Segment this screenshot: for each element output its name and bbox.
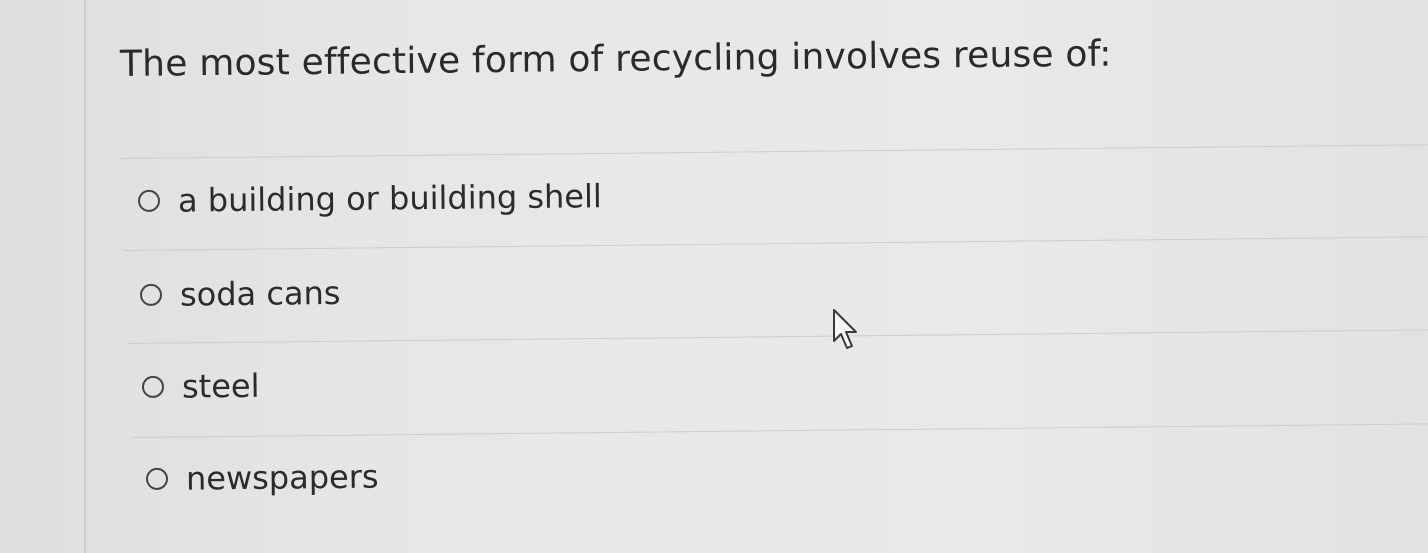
answer-label: soda cans bbox=[179, 273, 341, 314]
divider bbox=[127, 329, 1428, 344]
radio-button[interactable] bbox=[137, 189, 161, 212]
divider bbox=[123, 236, 1428, 251]
radio-button[interactable] bbox=[145, 467, 169, 490]
question-text: The most effective form of recycling inv… bbox=[119, 33, 1112, 85]
question-panel: The most effective form of recycling inv… bbox=[86, 0, 1428, 553]
mouse-pointer-icon bbox=[833, 309, 857, 349]
radio-button[interactable] bbox=[141, 375, 165, 398]
answer-label: steel bbox=[181, 366, 260, 406]
quiz-screen: The most effective form of recycling inv… bbox=[0, 0, 1428, 553]
answer-option-building[interactable]: a building or building shell bbox=[137, 177, 602, 220]
divider bbox=[131, 423, 1428, 438]
answer-option-soda-cans[interactable]: soda cans bbox=[139, 273, 341, 314]
answer-option-newspapers[interactable]: newspapers bbox=[145, 457, 379, 498]
answer-label: a building or building shell bbox=[177, 177, 602, 220]
answer-option-steel[interactable]: steel bbox=[141, 366, 260, 406]
divider bbox=[119, 144, 1428, 159]
answer-label: newspapers bbox=[185, 457, 379, 498]
radio-button[interactable] bbox=[139, 283, 163, 306]
